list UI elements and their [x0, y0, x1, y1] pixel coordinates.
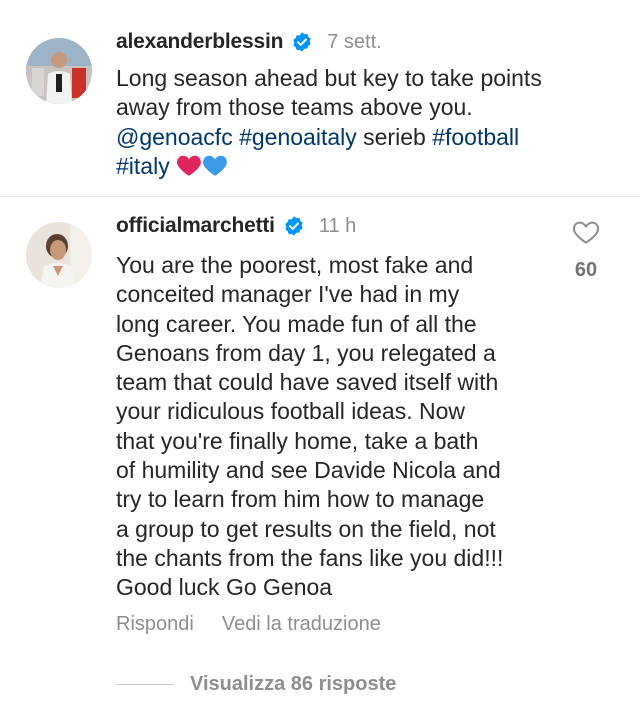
timestamp: 11 h	[318, 214, 357, 237]
post-caption: alexanderblessin 7 sett. Long season ahe…	[0, 0, 640, 196]
comment-line: the chants from the fans like you did!!!	[116, 544, 504, 571]
like-button[interactable]	[568, 217, 604, 252]
caption-segment: serieb	[356, 123, 433, 150]
comment-line: that you're finally home, take a bath	[116, 427, 479, 454]
comment-text: You are the poorest, most fake and concei…	[116, 251, 556, 603]
caption-segment: Long season ahead but key to take points	[116, 65, 542, 91]
hashtag-link[interactable]: #genoaitaly	[239, 124, 357, 150]
view-replies-button[interactable]: Visualizza 86 risposte	[116, 673, 396, 696]
comment-line: team that could have saved itself with	[116, 369, 499, 396]
comment-line: a group to get results on the field, not	[116, 515, 496, 542]
blue-heart-icon	[202, 153, 228, 184]
caption-line: #italy	[116, 152, 566, 184]
avatar[interactable]	[26, 222, 92, 288]
comment-line: conceited manager I've had in my	[116, 281, 460, 308]
heart-outline-icon	[572, 221, 600, 244]
caption-line: away from those teams above you.	[116, 93, 566, 122]
comment-line: try to learn from him how to manage	[116, 486, 485, 513]
comment-line: Genoans from day 1, you relegated a	[116, 339, 496, 366]
caption-segment: away from those teams above you.	[116, 94, 473, 121]
hashtag-link[interactable]: #italy	[116, 153, 170, 179]
timestamp: 7 sett.	[327, 30, 382, 53]
verified-badge-icon	[293, 32, 311, 52]
reply-button[interactable]: Rispondi	[116, 613, 194, 636]
red-heart-icon	[176, 153, 202, 184]
username[interactable]: officialmarchetti	[116, 214, 275, 238]
avatar[interactable]	[26, 38, 92, 104]
caption-line: @genoacfc #genoaitaly serieb #football	[116, 123, 566, 152]
comment-line: long career. You made fun of all the	[116, 310, 477, 337]
hashtag-link[interactable]: #football	[432, 124, 519, 150]
comment-line: of humility and see Davide Nicola and	[116, 457, 501, 484]
view-replies-label: Visualizza 86 risposte	[190, 673, 397, 695]
comment-line: your ridiculous football ideas. Now	[116, 398, 466, 425]
replies-rule	[116, 684, 174, 685]
caption-line: Long season ahead but key to take points	[116, 64, 566, 93]
caption-text: Long season ahead but key to take points…	[116, 64, 566, 184]
comment-line: You are the poorest, most fake and	[116, 252, 474, 278]
mention-link[interactable]: @genoacfc	[116, 124, 233, 150]
like-count: 60	[574, 259, 598, 281]
translate-button[interactable]: Vedi la traduzione	[222, 613, 381, 636]
verified-badge-icon	[285, 216, 303, 236]
comment-line: Good luck Go Genoa	[116, 574, 333, 601]
username[interactable]: alexanderblessin	[116, 30, 283, 54]
comment: officialmarchetti 11 h 60 You are the po…	[0, 197, 640, 709]
